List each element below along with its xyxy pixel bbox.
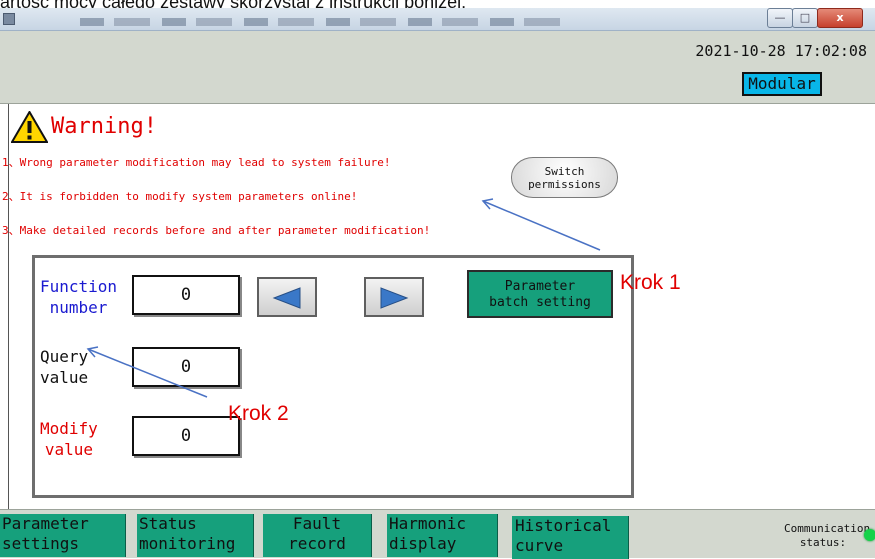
tab-harmonic-display[interactable]: Harmonic display bbox=[387, 514, 498, 557]
previous-button[interactable] bbox=[257, 277, 317, 317]
tab-historical-curve[interactable]: Historical curve bbox=[512, 516, 629, 559]
tab-parameter-settings[interactable]: Parameter settings bbox=[0, 514, 126, 557]
modify-value-label-line2: value bbox=[44, 440, 93, 459]
query-value-label: Query value bbox=[40, 346, 88, 388]
modify-value-label: Modify value bbox=[40, 418, 98, 460]
function-number-label-line1: Function bbox=[40, 277, 118, 296]
warning-icon bbox=[11, 111, 48, 143]
modify-value-label-line1: Modify bbox=[40, 419, 98, 438]
tab-historical-curve-line2: curve bbox=[515, 536, 564, 555]
tab-status-monitoring[interactable]: Status monitoring bbox=[137, 514, 254, 557]
switch-permissions-label-1: Switch bbox=[544, 165, 585, 178]
step-1-annotation: Krok 1 bbox=[620, 271, 681, 294]
tab-historical-curve-line1: Historical bbox=[515, 516, 612, 535]
warning-line-2: 2、It is forbidden to modify system param… bbox=[2, 190, 358, 203]
app-icon bbox=[3, 13, 15, 25]
communication-status-line2: status: bbox=[799, 536, 847, 549]
query-value-label-line1: Query bbox=[40, 347, 89, 366]
query-value-field: 0 bbox=[132, 347, 240, 387]
status-indicator-icon bbox=[864, 529, 875, 541]
datetime-display: 2021-10-28 17:02:08 bbox=[695, 42, 867, 60]
query-value-label-line2: value bbox=[40, 368, 89, 387]
switch-permissions-label-2: permissions bbox=[528, 178, 601, 191]
tab-harmonic-display-line1: Harmonic bbox=[389, 514, 467, 533]
function-number-input[interactable]: 0 bbox=[132, 275, 240, 315]
warning-line-1: 1、Wrong parameter modification may lead … bbox=[2, 156, 391, 169]
switch-permissions-button[interactable]: Switch permissions bbox=[511, 157, 618, 198]
tab-fault-record-line2: record bbox=[288, 534, 346, 553]
modify-value-input[interactable]: 0 bbox=[132, 416, 240, 456]
mode-badge[interactable]: Modular bbox=[742, 72, 822, 96]
next-button[interactable] bbox=[364, 277, 424, 317]
maximize-button[interactable]: □ bbox=[792, 8, 818, 28]
arrow-right-icon bbox=[380, 287, 409, 309]
tab-status-monitoring-line1: Status bbox=[139, 514, 197, 533]
function-number-label: Function number bbox=[40, 276, 117, 318]
parameter-batch-setting-button[interactable]: Parameter batch setting bbox=[467, 270, 613, 318]
tab-fault-record-line1: Fault bbox=[292, 514, 342, 533]
batch-setting-label-2: batch setting bbox=[489, 295, 591, 310]
window-titlebar: — □ x bbox=[0, 8, 875, 31]
tab-parameter-settings-line2: settings bbox=[2, 534, 80, 553]
communication-status-line1: Communication bbox=[784, 522, 871, 535]
blurred-window-title bbox=[80, 18, 560, 26]
warning-title: Warning! bbox=[51, 114, 157, 139]
warning-line-3: 3、Make detailed records before and after… bbox=[2, 224, 431, 237]
tab-parameter-settings-line1: Parameter bbox=[2, 514, 89, 533]
close-button[interactable]: x bbox=[817, 8, 863, 28]
communication-status-label: Communication status: bbox=[784, 522, 871, 550]
function-number-label-line2: number bbox=[49, 298, 108, 317]
arrow-left-icon bbox=[272, 287, 301, 309]
header-bar: 2021-10-28 17:02:08 Modular bbox=[0, 31, 875, 104]
step-2-annotation: Krok 2 bbox=[228, 402, 289, 425]
tab-status-monitoring-line2: monitoring bbox=[139, 534, 236, 553]
tab-fault-record[interactable]: Fault record bbox=[263, 514, 372, 557]
batch-setting-label-1: Parameter bbox=[504, 279, 576, 294]
tab-harmonic-display-line2: display bbox=[389, 534, 457, 553]
minimize-button[interactable]: — bbox=[767, 8, 793, 28]
